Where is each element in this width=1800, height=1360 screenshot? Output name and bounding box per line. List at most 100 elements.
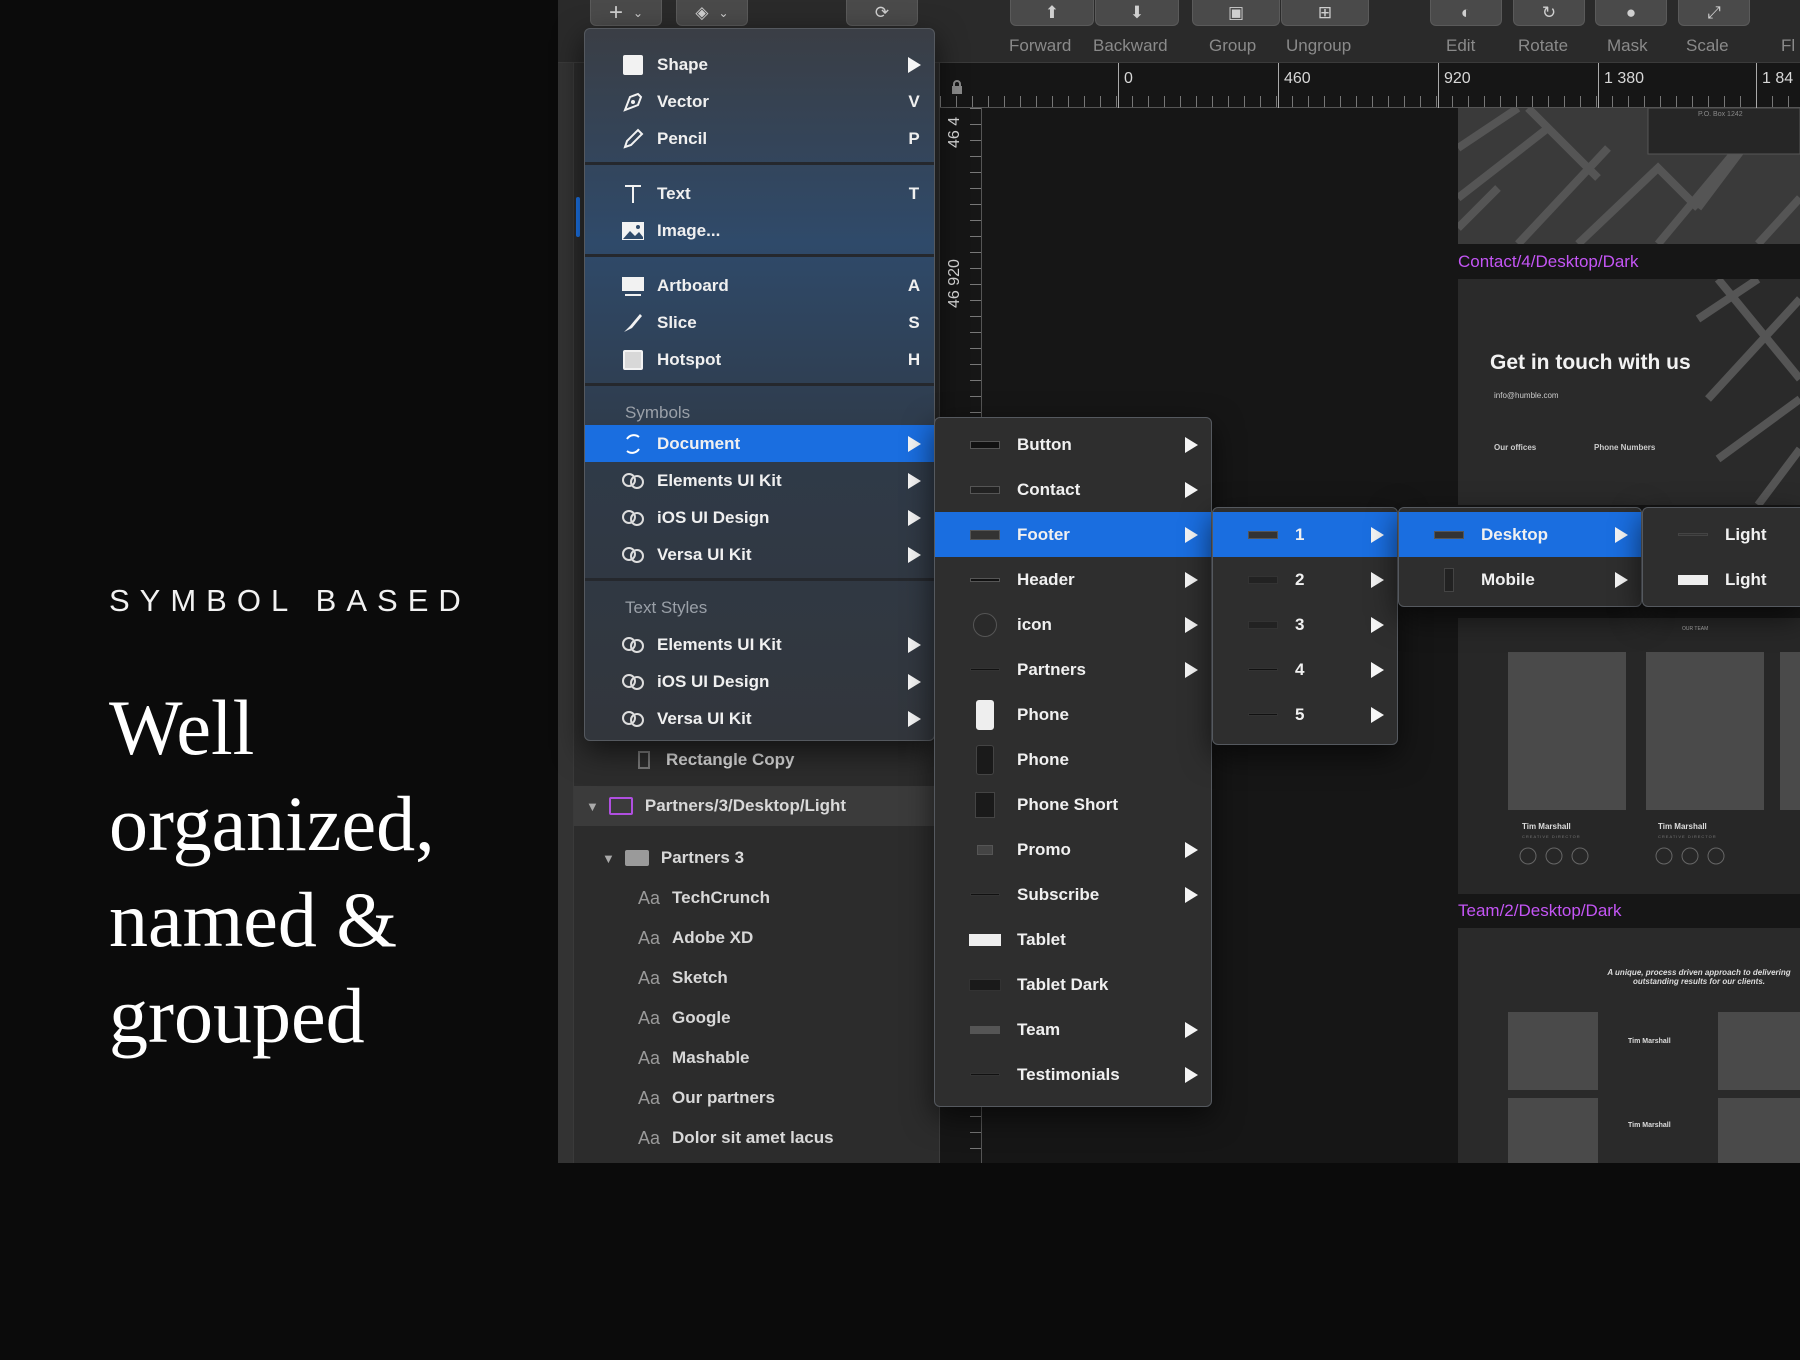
forward-icon: ⬆ [1044, 2, 1060, 22]
menu-item-label: Elements UI Kit [657, 470, 782, 490]
submenu-item-partners[interactable]: Partners [935, 647, 1211, 692]
mask-button[interactable]: ● [1595, 0, 1667, 26]
layer-artboard-partners[interactable]: ▼ Partners/3/Desktop/Light [574, 786, 940, 826]
layer-text-row[interactable]: Aa Mashable [574, 1038, 940, 1078]
artboard-team-2[interactable]: A unique, process driven approach to del… [1458, 928, 1800, 1163]
layers-button[interactable]: ◈ ⌄ [676, 0, 748, 26]
submenu-item-mobile[interactable]: Mobile [1399, 557, 1641, 602]
group-icon: ▣ [1227, 2, 1245, 22]
toolbar-label-scale: Scale [1686, 36, 1729, 55]
submenu-item-promo[interactable]: Promo [935, 827, 1211, 872]
submenu-item-phone[interactable]: Phone [935, 692, 1211, 737]
submenu-arrow-icon [1171, 526, 1211, 543]
edit-button[interactable]: ◐ [1430, 0, 1502, 26]
ruler-horizontal[interactable] [940, 63, 1800, 108]
submenu-item-label: icon [1017, 614, 1052, 634]
menu-item-pencil[interactable]: Pencil P [585, 120, 934, 157]
insert-button[interactable]: + ⌄ [590, 0, 662, 26]
submenu-item-phone-dark[interactable]: Phone [935, 737, 1211, 782]
submenu-item-subscribe[interactable]: Subscribe [935, 872, 1211, 917]
submenu-item-phone-short[interactable]: Phone Short [935, 782, 1211, 827]
folder-icon [624, 850, 649, 866]
artboard-contact[interactable]: Get in touch with us info@humble.com Our… [1458, 279, 1800, 505]
lock-icon[interactable] [950, 80, 964, 94]
artboard-icon [621, 275, 645, 297]
toolbar-label-backward: Backward [1093, 36, 1168, 55]
submenu-arrow-icon [1357, 616, 1397, 633]
layer-text-row[interactable]: Aa Google [574, 998, 940, 1038]
layer-text-row[interactable]: Aa Dolor sit amet lacus [574, 1118, 940, 1158]
menu-item-versa-ui-kit[interactable]: Versa UI Kit [585, 536, 934, 573]
submenu-item-label: Tablet [1017, 929, 1066, 949]
submenu-arrow-icon [1357, 706, 1397, 723]
menu-item-vector[interactable]: Vector V [585, 83, 934, 120]
submenu-item-footer-2[interactable]: 2 [1213, 557, 1397, 602]
submenu-item-footer-4[interactable]: 4 [1213, 647, 1397, 692]
platform-submenu: Desktop Mobile [1398, 507, 1642, 607]
menu-item-image[interactable]: Image... [585, 212, 934, 249]
menu-item-ios-ui-design[interactable]: iOS UI Design [585, 499, 934, 536]
disclosure-down-icon: ▼ [602, 850, 615, 866]
header-thumb-icon [969, 572, 1001, 588]
submenu-arrow-icon [894, 509, 934, 526]
submenu-item-footer-3[interactable]: 3 [1213, 602, 1397, 647]
submenu-item-tablet[interactable]: Tablet [935, 917, 1211, 962]
menu-item-slice[interactable]: Slice S [585, 304, 934, 341]
layer-text-row[interactable]: Aa TechCrunch [574, 878, 940, 918]
member-name: Tim Marshall [1522, 822, 1571, 831]
submenu-item-desktop[interactable]: Desktop [1399, 512, 1641, 557]
layer-text-row[interactable]: Aa Adobe XD [574, 918, 940, 958]
artboard-team[interactable]: OUR TEAM Tim Marshall Tim Marshall CREAT… [1458, 618, 1800, 894]
menu-item-artboard[interactable]: Artboard A [585, 267, 934, 304]
submenu-item-footer-5[interactable]: 5 [1213, 692, 1397, 737]
submenu-arrow-icon [1171, 1066, 1211, 1083]
menu-item-elements-ui-kit[interactable]: Elements UI Kit [585, 462, 934, 499]
plus-icon: + [608, 0, 623, 26]
ruler-label: 1 380 [1604, 70, 1645, 87]
menu-item-ts-versa-ui-kit[interactable]: Versa UI Kit [585, 700, 934, 737]
menu-item-ts-elements-ui-kit[interactable]: Elements UI Kit [585, 626, 934, 663]
artboard-label-team[interactable]: Team/2/Desktop/Dark [1458, 901, 1621, 921]
menu-item-ts-ios-ui-design[interactable]: iOS UI Design [585, 663, 934, 700]
scale-button[interactable]: ⤢ [1678, 0, 1750, 26]
layer-text-row[interactable]: Aa Our partners [574, 1078, 940, 1118]
submenu-item-label: 4 [1295, 659, 1305, 679]
light-thumb-icon [1677, 527, 1709, 543]
menu-item-text[interactable]: Text T [585, 175, 934, 212]
contact-phones: Phone Numbers [1594, 443, 1656, 452]
menu-item-hotspot[interactable]: Hotspot H [585, 341, 934, 378]
submenu-item-footer[interactable]: Footer [935, 512, 1211, 557]
submenu-item-footer-1[interactable]: 1 [1213, 512, 1397, 557]
submenu-item-header[interactable]: Header [935, 557, 1211, 602]
layer-text-row[interactable]: Aa Sketch [574, 958, 940, 998]
submenu-item-light-mobile[interactable]: Light [1643, 557, 1800, 602]
layer-group-partners[interactable]: ▼ Partners 3 [574, 838, 940, 878]
document-submenu: Button Contact Footer Header icon Partne… [934, 417, 1212, 1107]
ungroup-button[interactable]: ⊞ [1281, 0, 1369, 26]
submenu-item-tablet-dark[interactable]: Tablet Dark [935, 962, 1211, 1007]
submenu-item-team[interactable]: Team [935, 1007, 1211, 1052]
artboard-map-top[interactable]: P.O. Box 1242 [1458, 108, 1800, 244]
forward-button[interactable]: ⬆ [1010, 0, 1094, 26]
submenu-item-testimonials[interactable]: Testimonials [935, 1052, 1211, 1097]
layer-rectangle-copy[interactable]: Rectangle Copy [574, 740, 940, 780]
submenu-item-button[interactable]: Button [935, 422, 1211, 467]
symbol-button[interactable]: ⟳ [846, 0, 918, 26]
artboard-label-contact[interactable]: Contact/4/Desktop/Dark [1458, 252, 1638, 272]
submenu-arrow-icon [1171, 841, 1211, 858]
refresh-icon: ⟳ [874, 2, 890, 22]
menu-separator [585, 162, 934, 165]
text-icon [621, 183, 645, 205]
submenu-item-light[interactable]: Light [1643, 512, 1800, 557]
group-button[interactable]: ▣ [1192, 0, 1280, 26]
menu-item-shape[interactable]: Shape [585, 46, 934, 83]
menu-section-symbols: Symbols [625, 403, 691, 422]
backward-button[interactable]: ⬇ [1095, 0, 1179, 26]
menu-item-document[interactable]: Document [585, 425, 934, 462]
rotate-button[interactable]: ↻ [1513, 0, 1585, 26]
team-photo [1780, 652, 1800, 810]
submenu-item-icon[interactable]: icon [935, 602, 1211, 647]
text-layer-icon: Aa [638, 1047, 661, 1068]
submenu-item-contact[interactable]: Contact [935, 467, 1211, 512]
layer-label: Dolor sit amet lacus [672, 1128, 834, 1147]
